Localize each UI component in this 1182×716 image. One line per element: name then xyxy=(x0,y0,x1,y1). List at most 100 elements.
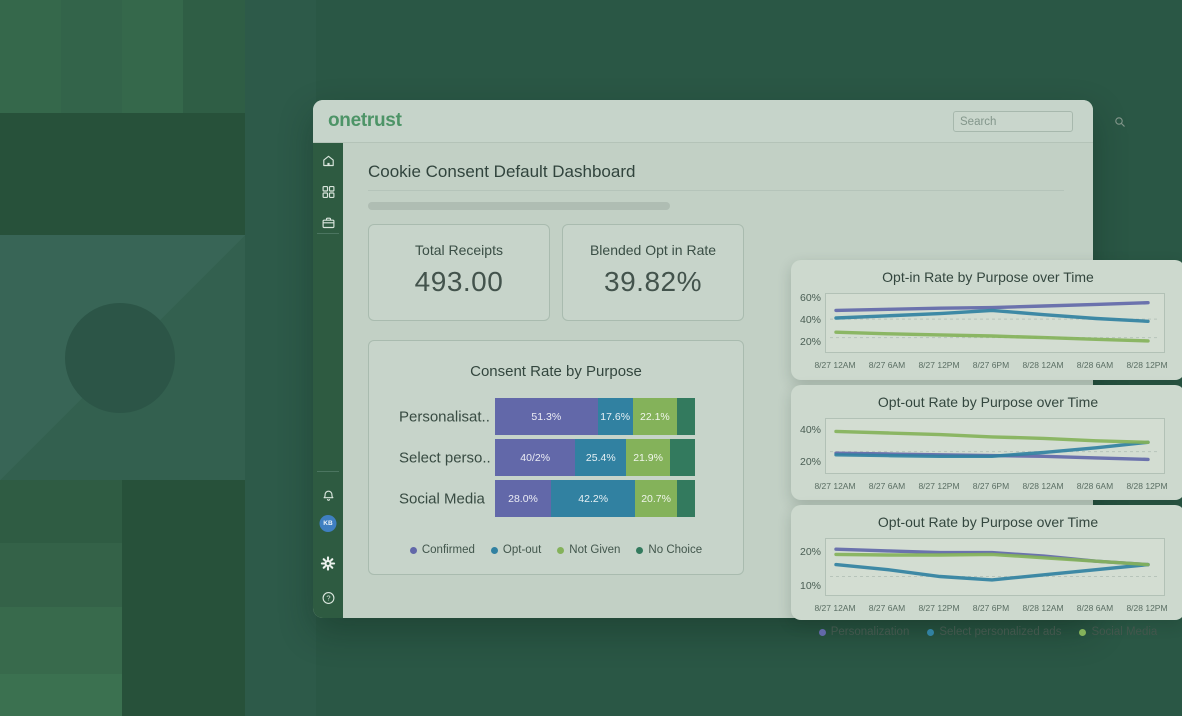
onetrust-logo: onetrust xyxy=(328,110,402,132)
y-axis-tick: 20% xyxy=(791,336,821,348)
x-axis-tick: 8/28 12AM xyxy=(1022,360,1063,370)
page-title: Cookie Consent Default Dashboard xyxy=(368,162,635,182)
bar-segment-confirmed: 40/2% xyxy=(495,439,575,476)
opt-out-rate-chart-card-1: Opt-out Rate by Purpose over Time 40% 20%… xyxy=(791,385,1182,500)
bar-segment-label: 42.2% xyxy=(578,493,608,505)
legend-dot xyxy=(636,547,643,554)
y-axis-tick: 20% xyxy=(791,456,821,468)
help-icon[interactable]: ? xyxy=(321,590,336,605)
line-series-social-media xyxy=(836,554,1148,564)
consent-bar: 40/2%25.4%21.9% xyxy=(495,439,695,476)
dashboard-content: Cookie Consent Default Dashboard Total R… xyxy=(343,143,1093,618)
bar-segment-not-given: 21.9% xyxy=(626,439,670,476)
avatar-initials: KB xyxy=(323,520,332,527)
legend-dot xyxy=(927,629,934,636)
consent-bar: 51.3%17.6% 22.1% xyxy=(495,398,695,435)
legend-item[interactable]: Social Media xyxy=(1079,626,1157,638)
home-icon[interactable] xyxy=(321,153,336,168)
x-axis: 8/27 12AM8/27 6AM8/27 12PM8/27 6PM8/28 1… xyxy=(825,603,1165,615)
bar-segment-opt-out: 25.4% xyxy=(575,439,626,476)
avatar[interactable]: KB xyxy=(320,515,337,532)
consent-bar-row: Personalisat...51.3%17.6% 22.1% xyxy=(369,398,743,435)
y-axis-tick: 20% xyxy=(791,546,821,558)
consent-bar: 28.0% 42.2% 20.7% xyxy=(495,480,695,517)
bar-segment-label: 20.7% xyxy=(641,493,671,505)
chart-title: Consent Rate by Purpose xyxy=(369,363,743,380)
x-axis-tick: 8/27 12PM xyxy=(918,360,959,370)
line-series-social-media xyxy=(836,431,1148,442)
stat-value: 493.00 xyxy=(369,266,549,298)
line-series-select-personalized-ads xyxy=(836,310,1148,321)
stat-card-total-receipts: Total Receipts 493.00 xyxy=(368,224,550,321)
time-legend: Personalization Select personalized ads So… xyxy=(791,626,1182,638)
legend-dot xyxy=(491,547,498,554)
line-chart-plot xyxy=(825,538,1165,596)
line-chart-plot xyxy=(825,418,1165,474)
consent-row-label: Select perso... xyxy=(399,449,491,466)
bg-shape xyxy=(122,480,245,716)
x-axis: 8/27 12AM8/27 6AM8/27 12PM8/27 6PM8/28 1… xyxy=(825,360,1165,372)
x-axis-tick: 8/27 12AM xyxy=(814,360,855,370)
bar-segment-no-choice xyxy=(677,480,695,517)
x-axis-tick: 8/27 6PM xyxy=(973,481,1009,491)
bell-icon[interactable] xyxy=(321,488,336,503)
x-axis-tick: 8/27 12AM xyxy=(814,603,855,613)
app-window: onetrust KB xyxy=(313,100,1093,618)
bar-segment-confirmed: 28.0% xyxy=(495,480,551,517)
bg-shape xyxy=(0,607,122,674)
x-axis-tick: 8/27 6AM xyxy=(869,360,905,370)
stat-label: Blended Opt in Rate xyxy=(563,242,743,258)
bar-segment-opt-out: 17.6% xyxy=(598,398,633,435)
bar-segment-not-given: 20.7% xyxy=(635,480,676,517)
legend-label: Select personalized ads xyxy=(939,626,1061,638)
consent-row-label: Personalisat... xyxy=(399,408,491,425)
gear-icon[interactable] xyxy=(321,556,336,571)
chart-title: Opt-out Rate by Purpose over Time xyxy=(791,394,1182,410)
sidebar-divider xyxy=(317,471,339,472)
legend-item[interactable]: Select personalized ads xyxy=(927,626,1061,638)
legend-item[interactable]: Personalization xyxy=(819,626,910,638)
legend-item[interactable]: No Choice xyxy=(636,544,702,556)
consent-rate-chart-card: Consent Rate by Purpose Personalisat...5… xyxy=(368,340,744,575)
legend-label: Confirmed xyxy=(422,544,475,556)
x-axis-tick: 8/28 12AM xyxy=(1022,481,1063,491)
y-axis-tick: 10% xyxy=(791,580,821,592)
stat-card-blended-opt-in-rate: Blended Opt in Rate 39.82% xyxy=(562,224,744,321)
consent-bar-row: Select perso...40/2%25.4%21.9% xyxy=(369,439,743,476)
chart-title: Opt-out Rate by Purpose over Time xyxy=(791,514,1182,530)
y-axis-tick: 40% xyxy=(791,424,821,436)
opt-in-rate-chart-card: Opt-in Rate by Purpose over Time 60%40%2… xyxy=(791,260,1182,380)
y-axis-tick: 60% xyxy=(791,292,821,304)
briefcase-icon[interactable] xyxy=(321,215,336,230)
legend-item[interactable]: Opt-out xyxy=(491,544,541,556)
x-axis-tick: 8/28 12PM xyxy=(1126,603,1167,613)
bar-segment-no-choice xyxy=(677,398,695,435)
divider xyxy=(368,190,1064,191)
legend-item[interactable]: Not Given xyxy=(557,544,620,556)
line-series-social-media xyxy=(836,332,1148,341)
x-axis-tick: 8/28 6AM xyxy=(1077,603,1113,613)
bar-segment-label: 22.1% xyxy=(640,411,670,423)
bg-shape xyxy=(61,0,122,113)
x-axis-tick: 8/27 6PM xyxy=(973,360,1009,370)
search-input[interactable] xyxy=(960,116,1114,128)
x-axis-tick: 8/28 12PM xyxy=(1126,360,1167,370)
apps-grid-icon[interactable] xyxy=(321,184,336,199)
search-box[interactable] xyxy=(953,111,1073,132)
bar-segment-confirmed: 51.3% xyxy=(495,398,598,435)
bg-shape xyxy=(0,543,122,607)
bar-segment-label: 28.0% xyxy=(508,493,538,505)
app-header: onetrust xyxy=(313,100,1093,143)
legend-item[interactable]: Confirmed xyxy=(410,544,475,556)
chart-title: Opt-in Rate by Purpose over Time xyxy=(791,269,1182,285)
consent-bar-row: Social Media 28.0% 42.2% 20.7% xyxy=(369,480,743,517)
x-axis-tick: 8/27 12AM xyxy=(814,481,855,491)
x-axis-tick: 8/28 6AM xyxy=(1077,481,1113,491)
bg-shape xyxy=(183,0,245,113)
bar-segment-no-choice xyxy=(670,439,695,476)
stat-value: 39.82% xyxy=(563,266,743,298)
consent-row-label: Social Media xyxy=(399,490,491,507)
x-axis-tick: 8/27 12PM xyxy=(918,481,959,491)
legend-dot xyxy=(1079,629,1086,636)
x-axis-tick: 8/27 6PM xyxy=(973,603,1009,613)
